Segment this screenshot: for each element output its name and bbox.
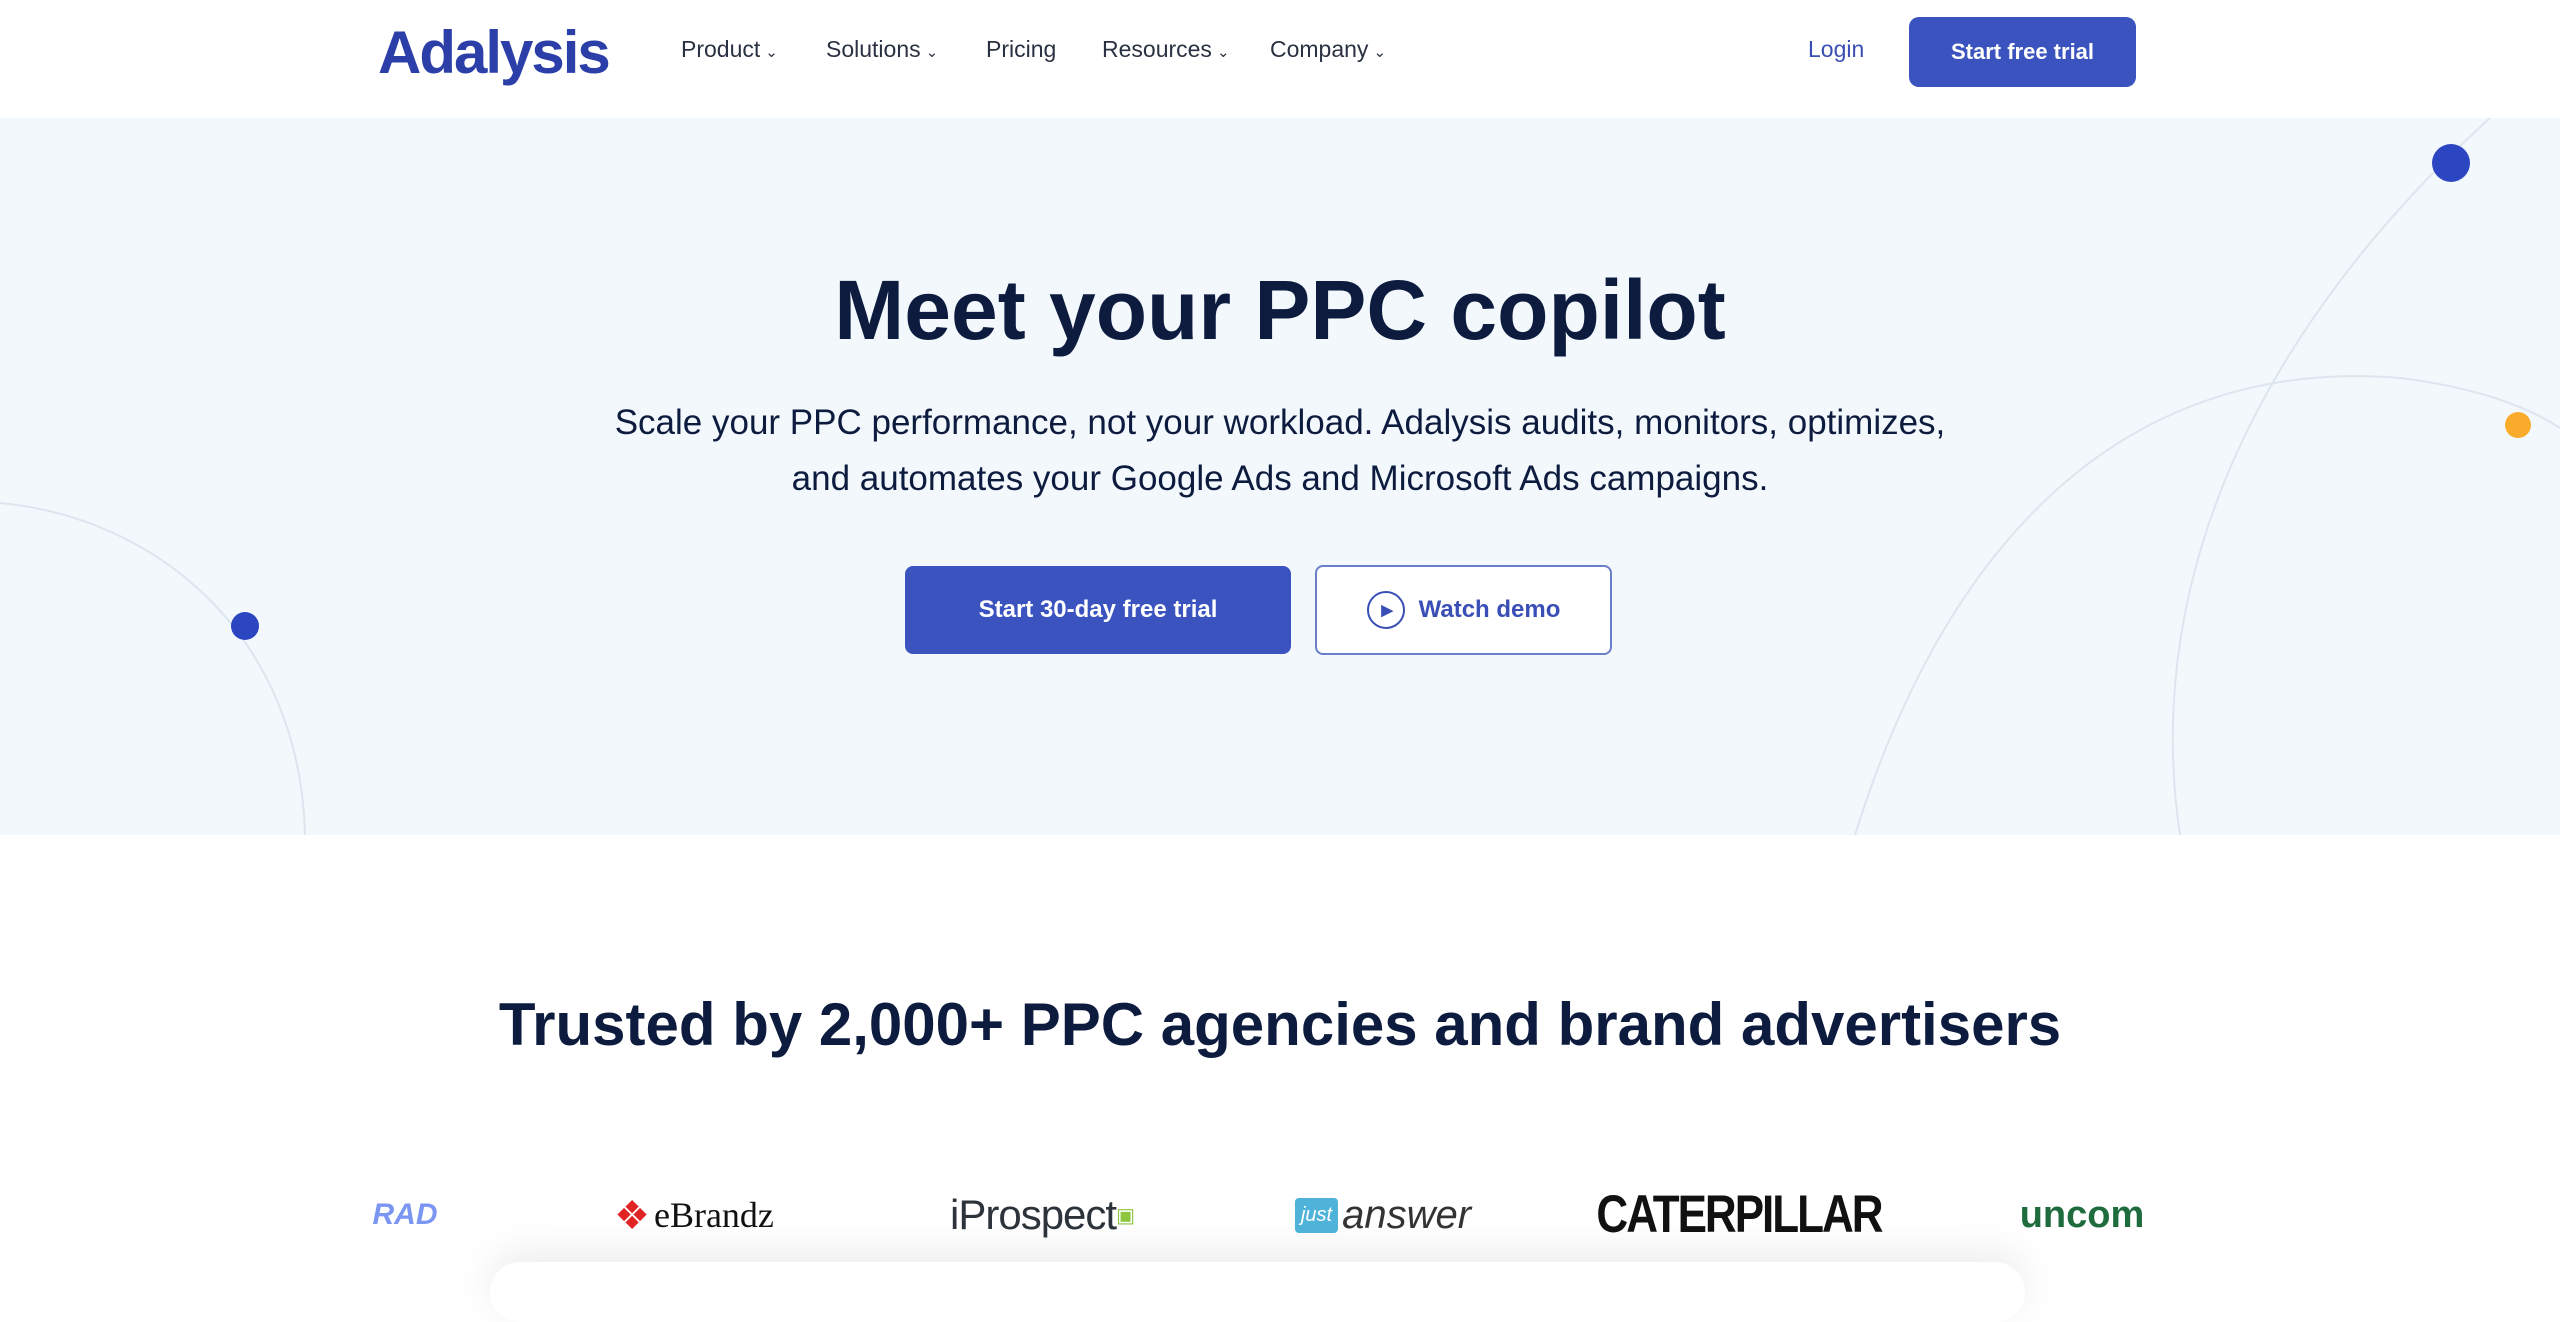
hero-subtitle: Scale your PPC performance, not your wor… (0, 395, 2560, 507)
logo-caterpillar: CATERPILLAR (1596, 1185, 1883, 1244)
top-nav: Adalysis Product ⌄ Solutions ⌄ Pricing Res… (0, 0, 2560, 118)
chevron-down-icon: ⌄ (1216, 44, 1230, 61)
subtitle-line: and automates your Google Ads and Micros… (791, 459, 1769, 498)
login-link[interactable]: Login (1808, 36, 1864, 63)
nav-pricing[interactable]: Pricing (986, 36, 1056, 63)
nav-label: Product (681, 36, 761, 62)
nav-label: Company (1270, 36, 1369, 62)
logo-text: answer (1342, 1192, 1472, 1237)
chevron-down-icon: ⌄ (925, 44, 939, 61)
logo-rad: RAD (372, 1198, 438, 1231)
chevron-down-icon: ⌄ (1373, 44, 1387, 61)
hero-title: Meet your PPC copilot (834, 263, 1726, 357)
nav-label: Resources (1102, 36, 1212, 62)
watch-demo-label: Watch demo (1418, 596, 1561, 623)
logo-iprospect: iProspect ▣ (950, 1191, 1135, 1238)
client-logos: RAD ❖ eBrandz iProspect ▣ just answer CATER… (360, 1170, 2160, 1260)
watch-demo-button[interactable]: ▶ Watch demo (1315, 565, 1612, 655)
nav-label: Pricing (986, 36, 1057, 62)
play-icon: ▶ (1366, 591, 1405, 629)
adalysis-logo[interactable]: Adalysis (378, 18, 611, 87)
logo-uncommon: uncom (2019, 1193, 2145, 1236)
card-shadow (490, 1262, 2025, 1322)
logo-text: iProspect (950, 1191, 1117, 1238)
chevron-down-icon: ⌄ (765, 44, 778, 61)
nav-product[interactable]: Product ⌄ (681, 36, 778, 63)
trusted-heading: Trusted by 2,000+ PPC agencies and brand… (498, 991, 2062, 1058)
logo-justanswer: just answer (1294, 1170, 1472, 1260)
start-free-trial-button[interactable]: Start free trial (1909, 17, 2136, 87)
start-trial-button[interactable]: Start 30-day free trial (905, 566, 1291, 654)
nav-resources[interactable]: Resources ⌄ (1102, 36, 1230, 63)
nav-company[interactable]: Company ⌄ (1270, 36, 1386, 63)
subtitle-line: Scale your PPC performance, not your wor… (614, 403, 1946, 442)
nav-solutions[interactable]: Solutions ⌄ (826, 36, 938, 63)
blue-dot (2432, 144, 2470, 182)
nav-label: Solutions (826, 36, 921, 62)
logo-text: eBrandz (653, 1195, 774, 1235)
blue-dot (231, 612, 259, 640)
logo-ebrandz: ❖ eBrandz (614, 1192, 774, 1238)
